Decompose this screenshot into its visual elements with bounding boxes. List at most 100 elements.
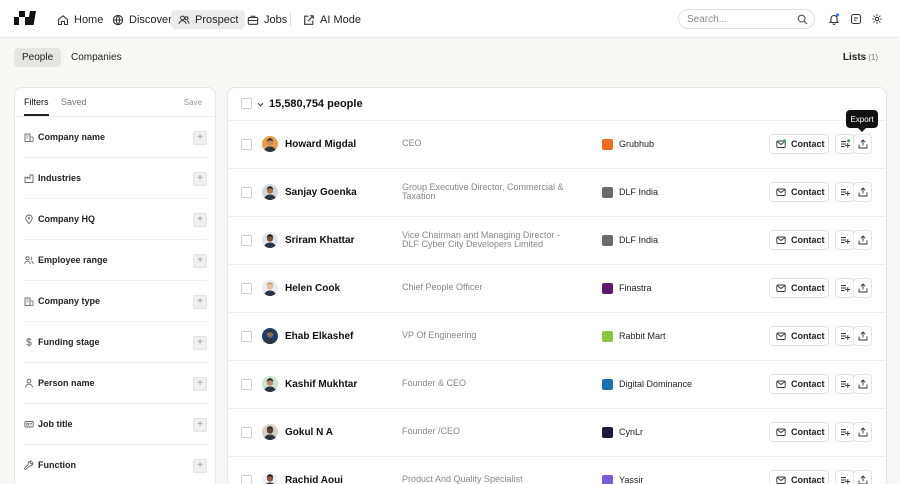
company-name[interactable]: Grubhub [619,139,654,149]
add-to-list-button[interactable] [835,374,854,394]
filter-funding-stage[interactable]: Funding stage + [24,322,207,363]
nav-home[interactable]: Home [50,10,110,29]
chat-icon[interactable] [850,13,862,25]
filter-function[interactable]: Function + [24,445,207,484]
add-to-list-button[interactable] [835,230,854,250]
avatar[interactable] [262,136,278,152]
tab-saved[interactable]: Saved [61,97,87,107]
company-name[interactable]: Finastra [619,283,652,293]
avatar[interactable] [262,184,278,200]
filter-person-name[interactable]: Person name + [24,363,207,404]
filter-company-type[interactable]: Company type + [24,281,207,322]
company-name[interactable]: Rabbit Mart [619,331,666,341]
add-filter-button[interactable]: + [193,172,207,186]
add-filter-button[interactable]: + [193,336,207,350]
table-row[interactable]: Ehab Elkashef VP Of Engineering Rabbit Mar… [228,313,886,361]
person-name[interactable]: Ehab Elkashef [285,331,353,342]
table-row[interactable]: Howard Migdal CEO Grubhub Contact [228,121,886,169]
nav-ai-mode[interactable]: AI Mode [296,10,368,29]
add-to-list-button[interactable] [835,182,854,202]
person-name[interactable]: Howard Migdal [285,139,356,150]
export-button[interactable] [853,134,872,154]
avatar[interactable] [262,424,278,440]
export-button[interactable] [853,278,872,298]
contact-button[interactable]: Contact [769,422,829,442]
avatar[interactable] [262,328,278,344]
avatar[interactable] [262,280,278,296]
table-row[interactable]: Gokul N A Founder /CEO CynLr Contact [228,409,886,457]
add-filter-button[interactable]: + [193,295,207,309]
add-filter-button[interactable]: + [193,418,207,432]
add-to-list-button[interactable] [835,422,854,442]
person-name[interactable]: Rachid Aoui [285,475,343,484]
row-checkbox[interactable] [241,331,252,342]
export-button[interactable] [853,230,872,250]
contact-button[interactable]: Contact [769,230,829,250]
export-button[interactable] [853,470,872,484]
row-checkbox[interactable] [241,187,252,198]
add-to-list-button[interactable] [835,470,854,484]
filter-industries[interactable]: Industries + [24,158,207,199]
table-row[interactable]: Sanjay Goenka Group Executive Director, C… [228,169,886,217]
avatar[interactable] [262,376,278,392]
nav-discover[interactable]: Discover [105,10,179,29]
contact-button[interactable]: Contact [769,278,829,298]
company-name[interactable]: Yassir [619,475,643,484]
avatar[interactable] [262,232,278,248]
bell-icon[interactable] [828,13,840,25]
row-checkbox[interactable] [241,475,252,484]
tab-companies[interactable]: Companies [63,48,130,67]
add-filter-button[interactable]: + [193,459,207,473]
lists-link[interactable]: Lists (1) [843,52,878,63]
add-to-list-button[interactable] [835,326,854,346]
row-checkbox[interactable] [241,139,252,150]
export-button[interactable] [853,374,872,394]
add-filter-button[interactable]: + [193,213,207,227]
filter-employee-range[interactable]: Employee range + [24,240,207,281]
gear-icon[interactable] [871,13,883,25]
company-name[interactable]: DLF India [619,187,658,197]
row-checkbox[interactable] [241,427,252,438]
person-name[interactable]: Helen Cook [285,283,340,294]
add-to-list-button[interactable] [835,278,854,298]
export-button[interactable] [853,182,872,202]
row-checkbox[interactable] [241,235,252,246]
contact-button[interactable]: Contact [769,470,829,484]
chevron-down-icon[interactable] [257,101,264,108]
save-filters-button[interactable]: Save [184,98,202,107]
nav-prospect[interactable]: Prospect [171,10,246,29]
app-logo[interactable] [14,11,36,25]
person-name[interactable]: Kashif Mukhtar [285,379,357,390]
company-name[interactable]: DLF India [619,235,658,245]
export-button[interactable] [853,326,872,346]
export-button[interactable] [853,422,872,442]
add-filter-button[interactable]: + [193,131,207,145]
select-all-checkbox[interactable] [241,98,252,109]
company-name[interactable]: Digital Dominance [619,379,692,389]
tab-people[interactable]: People [14,48,62,67]
contact-button[interactable]: Contact [769,326,829,346]
tab-filters[interactable]: Filters [24,97,49,107]
row-checkbox[interactable] [241,283,252,294]
filter-company-name[interactable]: Company name + [24,117,207,158]
contact-button[interactable]: Contact [769,182,829,202]
table-row[interactable]: Sriram Khattar Vice Chairman and Managing… [228,217,886,265]
table-row[interactable]: Kashif Mukhtar Founder & CEO Digital Domin… [228,361,886,409]
person-name[interactable]: Gokul N A [285,427,333,438]
search-input[interactable]: Search... [678,9,815,29]
table-row[interactable]: Helen Cook Chief People Officer Finastra Co… [228,265,886,313]
person-name[interactable]: Sanjay Goenka [285,187,357,198]
avatar[interactable] [262,472,278,484]
table-row[interactable]: Rachid Aoui Product And Quality Specialis… [228,457,886,484]
nav-jobs[interactable]: Jobs [240,10,294,29]
contact-button[interactable]: Contact [769,374,829,394]
company-name[interactable]: CynLr [619,427,643,437]
add-to-list-button[interactable] [835,134,854,154]
add-filter-button[interactable]: + [193,377,207,391]
add-filter-button[interactable]: + [193,254,207,268]
filter-company-hq[interactable]: Company HQ + [24,199,207,240]
person-name[interactable]: Sriram Khattar [285,235,354,246]
row-checkbox[interactable] [241,379,252,390]
filter-job-title[interactable]: Job title + [24,404,207,445]
contact-button[interactable]: Contact [769,134,829,154]
